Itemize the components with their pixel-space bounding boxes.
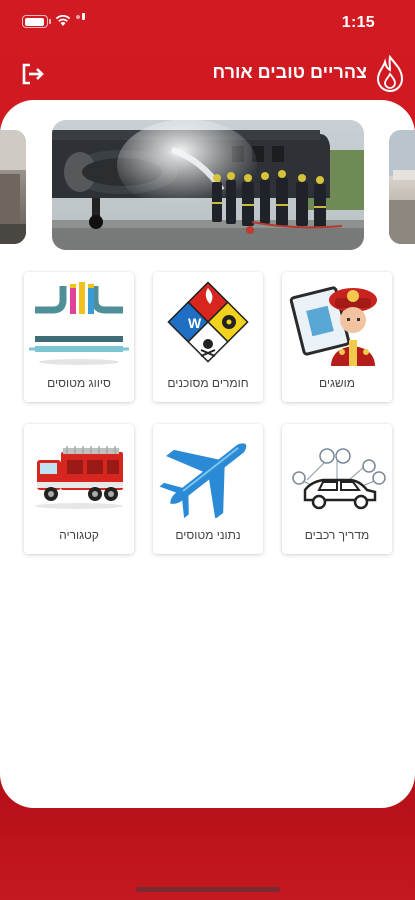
- status-bar: 1:15: [0, 0, 415, 46]
- tile-hazardous-materials[interactable]: W חומרים מסוכנים: [153, 272, 263, 402]
- tile-label: סיווג מטוסים: [47, 376, 111, 390]
- fire-truck-icon: [35, 446, 123, 509]
- app-header: צהריים טובים אורח: [0, 50, 415, 98]
- tile-label: נתוני מטוסים: [175, 528, 241, 542]
- greeting-title: צהריים טובים אורח: [212, 62, 368, 82]
- tile-concepts[interactable]: מושגים: [282, 272, 392, 402]
- cellular-signal-icon: [76, 15, 80, 19]
- firefighter-manual-icon: [289, 286, 377, 366]
- tile-vehicle-guide[interactable]: מדריך רכבים: [282, 424, 392, 554]
- tile-aircraft-classification[interactable]: סיווג מטוסים: [24, 272, 134, 402]
- tile-label: מדריך רכבים: [304, 528, 370, 542]
- flame-logo-icon: [376, 54, 404, 92]
- tile-label: חומרים מסוכנים: [167, 376, 249, 390]
- aircraft-classification-icon: [29, 282, 129, 365]
- cellular-signal-bar: [82, 13, 85, 20]
- airplane-icon: [159, 443, 247, 518]
- main-card: מושגים W חומרים מסוכנים סיווג מטוסים מדר…: [0, 100, 415, 808]
- svg-text:W: W: [188, 315, 202, 331]
- hazmat-diamond-icon: W: [167, 281, 249, 363]
- battery-icon: [22, 15, 51, 28]
- wifi-icon: [55, 15, 71, 26]
- tile-aircraft-data[interactable]: נתוני מטוסים: [153, 424, 263, 554]
- logout-icon[interactable]: [18, 60, 46, 88]
- slide-right-peek[interactable]: [389, 130, 415, 244]
- tile-category[interactable]: קטגוריה: [24, 424, 134, 554]
- tile-label: קטגוריה: [59, 528, 99, 542]
- status-time: 1:15: [341, 14, 375, 31]
- image-carousel[interactable]: [0, 120, 415, 250]
- tile-label: מושגים: [319, 376, 355, 390]
- home-indicator[interactable]: [136, 887, 280, 892]
- vehicle-guide-icon: [292, 448, 386, 510]
- slide-aircraft-firefighting[interactable]: [52, 120, 364, 250]
- slide-left-peek[interactable]: [0, 130, 26, 244]
